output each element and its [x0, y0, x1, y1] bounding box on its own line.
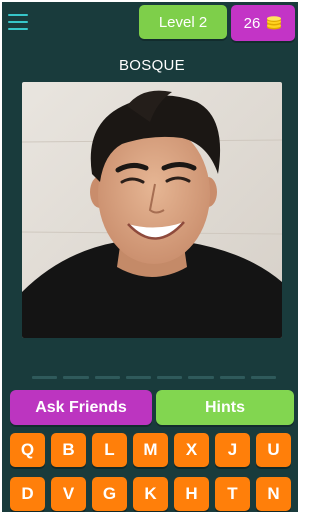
- letter-key[interactable]: B: [51, 433, 86, 467]
- answer-slot[interactable]: [250, 376, 276, 379]
- letter-key[interactable]: K: [133, 477, 168, 511]
- coins-count: 26: [243, 14, 261, 32]
- letter-keyboard: Q B L M X J U D V G K H T N: [10, 433, 296, 511]
- letter-key[interactable]: X: [174, 433, 209, 467]
- letter-key[interactable]: H: [174, 477, 209, 511]
- coins-button[interactable]: 26: [231, 5, 295, 41]
- answer-slot[interactable]: [219, 376, 245, 379]
- letter-key[interactable]: G: [92, 477, 127, 511]
- ask-friends-button[interactable]: Ask Friends: [10, 390, 152, 425]
- level-label: Level 2: [158, 13, 208, 31]
- letter-key[interactable]: T: [215, 477, 250, 511]
- answer-slot[interactable]: [125, 376, 151, 379]
- answer-slot[interactable]: [32, 376, 58, 379]
- answer-slot[interactable]: [157, 376, 183, 379]
- answer-slot[interactable]: [188, 376, 214, 379]
- hint-word: BOSQUE: [119, 57, 185, 74]
- letter-key[interactable]: L: [92, 433, 127, 467]
- hamburger-menu-icon[interactable]: [8, 14, 28, 30]
- answer-slots: [32, 376, 276, 380]
- letter-key[interactable]: N: [256, 477, 291, 511]
- letter-key[interactable]: D: [10, 477, 45, 511]
- level-button[interactable]: Level 2: [139, 5, 227, 39]
- letter-key[interactable]: V: [51, 477, 86, 511]
- answer-slot[interactable]: [63, 376, 89, 379]
- letter-key[interactable]: U: [256, 433, 291, 467]
- game-screen: Level 2 26 BOSQUE Ask Friends Hints Q B …: [2, 2, 298, 512]
- hints-button[interactable]: Hints: [156, 390, 294, 425]
- coins-stack-icon: [267, 16, 282, 30]
- portrait-image: [22, 82, 282, 338]
- letter-key[interactable]: J: [215, 433, 250, 467]
- answer-slot[interactable]: [94, 376, 120, 379]
- letter-key[interactable]: Q: [10, 433, 45, 467]
- puzzle-photo: [22, 82, 282, 338]
- letter-key[interactable]: M: [133, 433, 168, 467]
- hints-label: Hints: [205, 398, 245, 416]
- ask-friends-label: Ask Friends: [35, 398, 127, 416]
